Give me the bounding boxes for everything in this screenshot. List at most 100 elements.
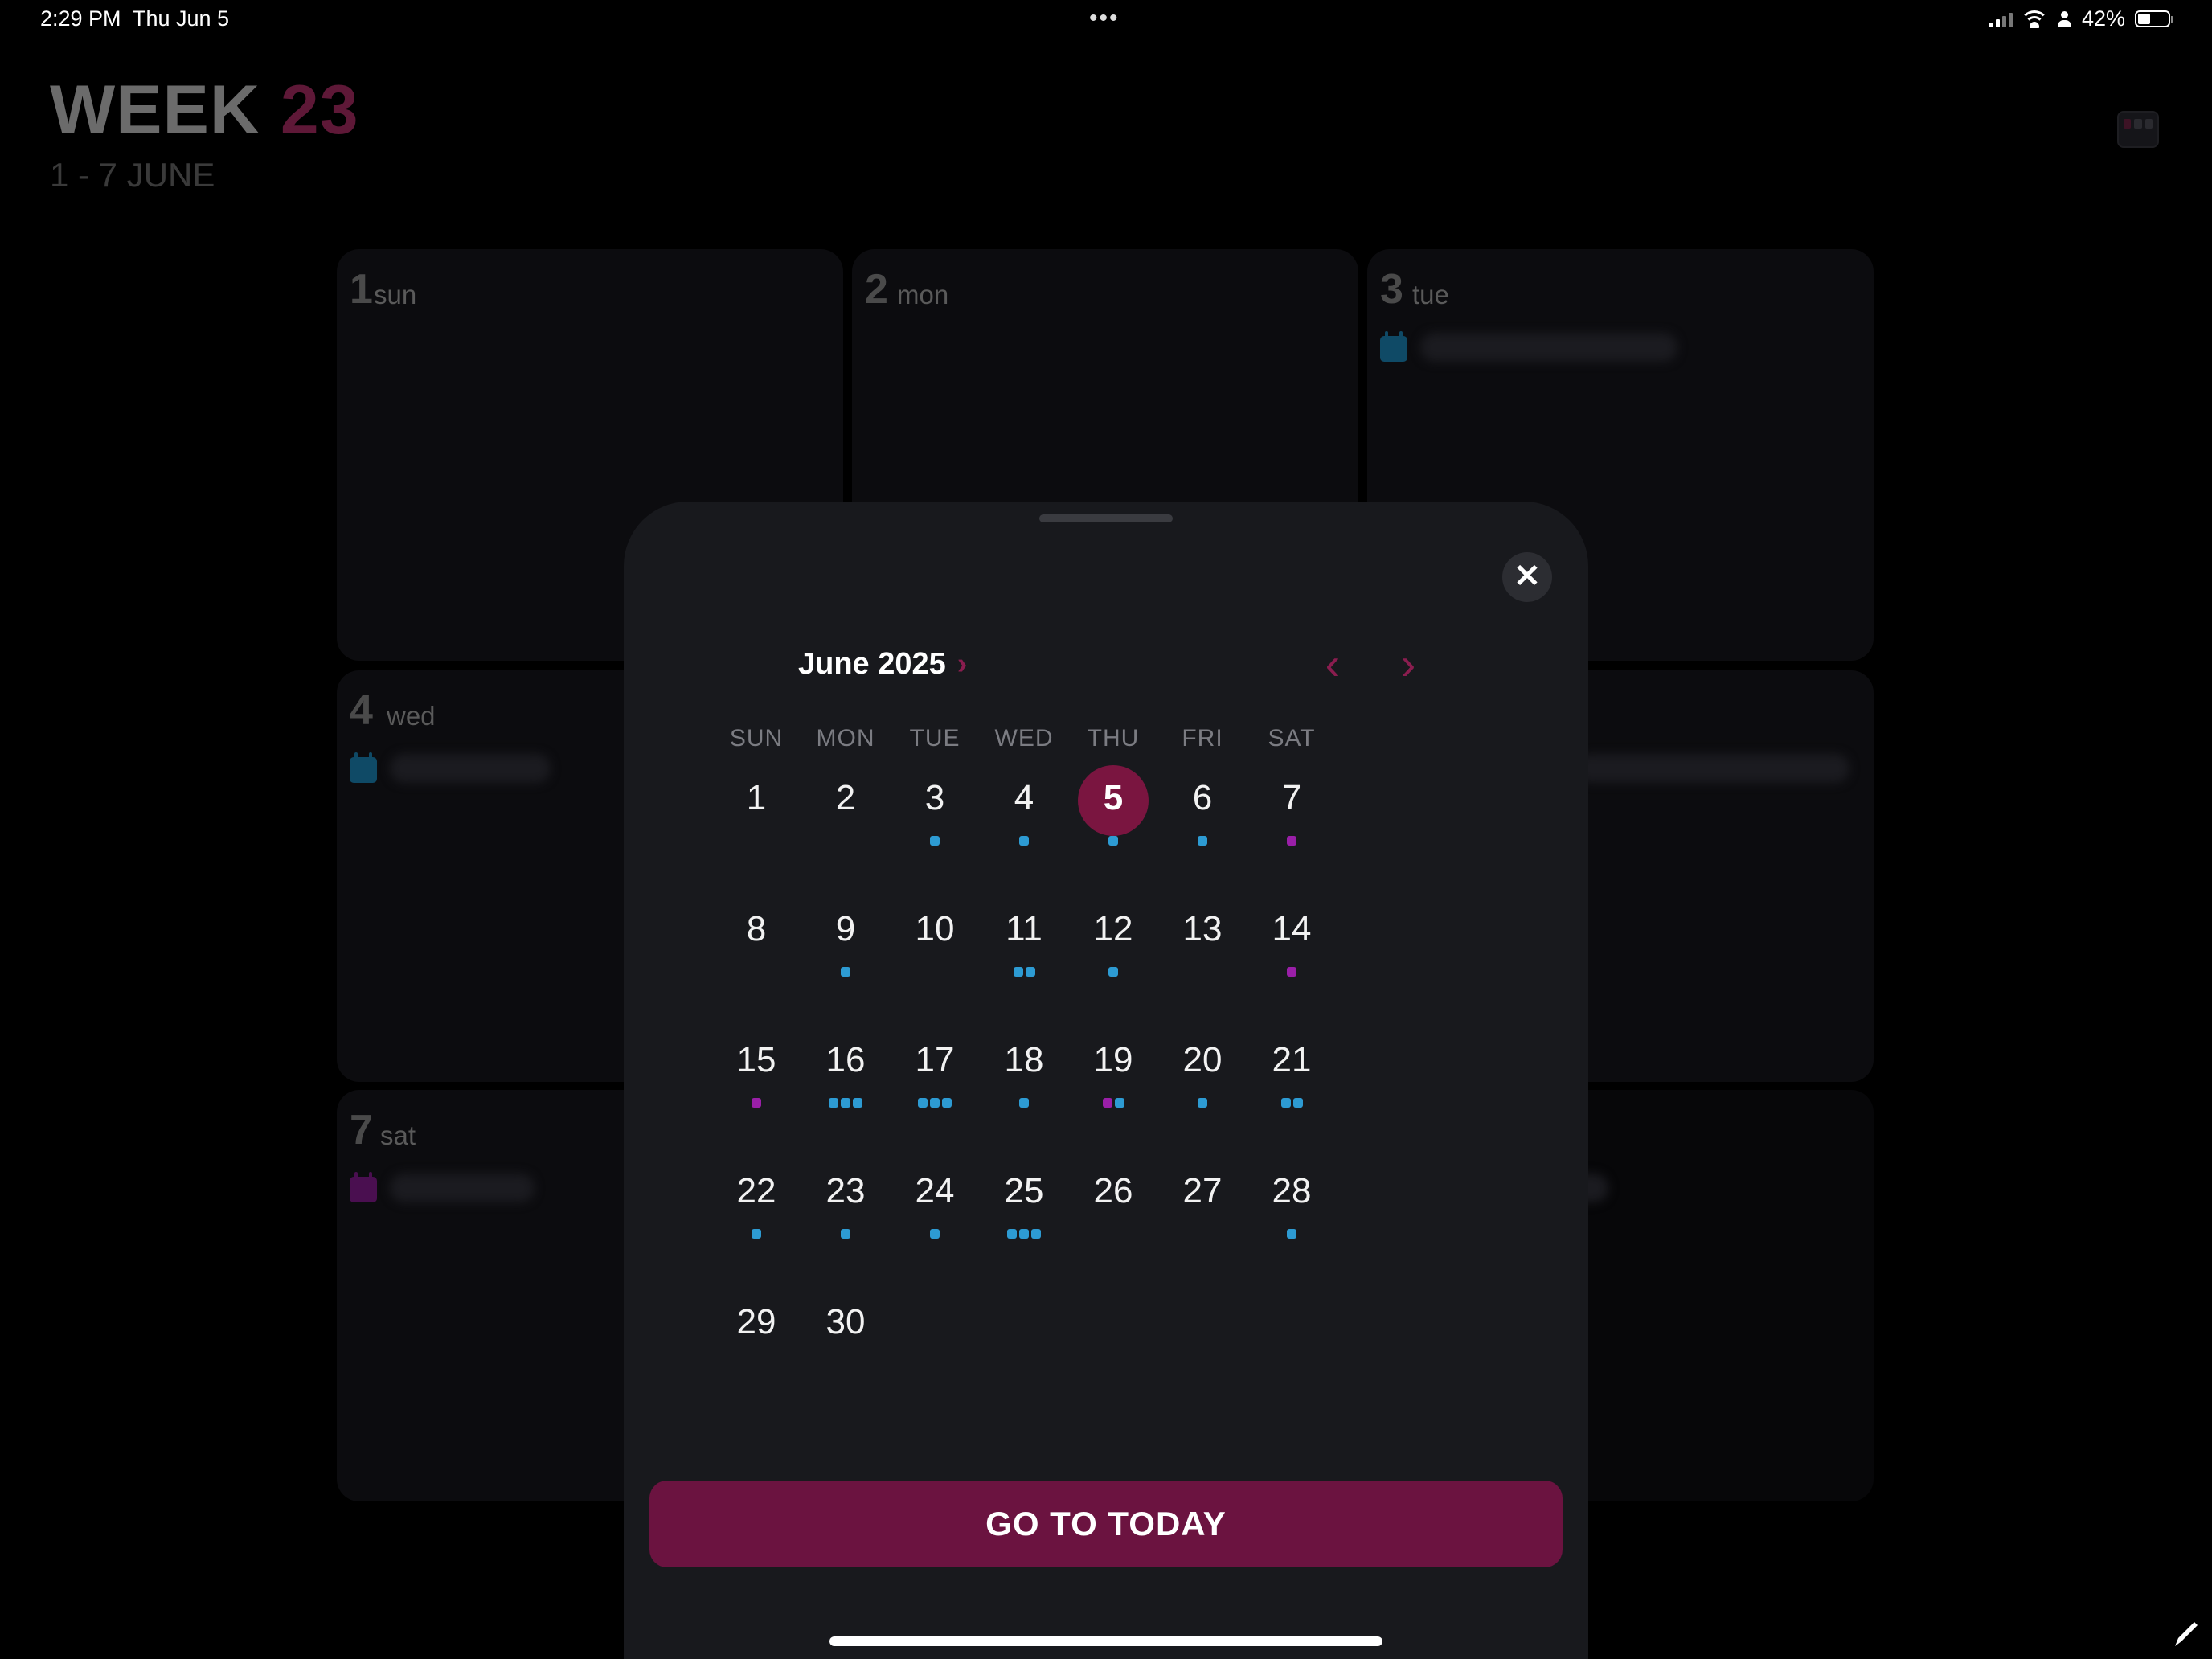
day-number: 7 — [350, 1107, 373, 1153]
calendar-day[interactable]: 2 — [801, 772, 891, 844]
event-dot — [1019, 1098, 1029, 1108]
calendar-icon — [350, 1172, 377, 1202]
event-dot — [918, 1098, 928, 1108]
week-title: WEEK 23 — [50, 71, 359, 150]
event-dot — [752, 1229, 761, 1239]
blurred-event — [390, 1174, 535, 1202]
close-button[interactable]: ✕ — [1502, 552, 1552, 602]
event-dot — [841, 1098, 850, 1108]
calendar-day[interactable]: 6 — [1157, 772, 1247, 846]
event-dots — [979, 1098, 1069, 1108]
calendar-day[interactable]: 30 — [801, 1296, 891, 1368]
event-dot — [841, 967, 850, 977]
event-dot — [1108, 967, 1118, 977]
calendar-day[interactable]: 7 — [1247, 772, 1337, 846]
event-dots — [1068, 967, 1158, 977]
event-dot — [1198, 1098, 1207, 1108]
event-dot — [930, 836, 940, 846]
user-icon — [2056, 10, 2072, 28]
event-dots — [979, 967, 1069, 977]
go-to-today-button[interactable]: GO TO TODAY — [649, 1481, 1563, 1567]
calendar-day[interactable]: 9 — [801, 903, 891, 977]
sheet-grabber[interactable] — [1039, 514, 1173, 522]
day-number: 4 — [1014, 778, 1034, 817]
day-number: 17 — [915, 1040, 955, 1079]
day-name: wed — [387, 701, 436, 731]
day-number: 10 — [915, 909, 955, 948]
event-dots — [979, 1229, 1069, 1239]
multitasking-dots[interactable]: ••• — [1089, 5, 1120, 32]
view-toggle-icon[interactable] — [2117, 111, 2159, 148]
calendar-day[interactable]: 19 — [1068, 1034, 1158, 1108]
calendar-day[interactable]: 16 — [801, 1034, 891, 1108]
calendar-day[interactable]: 15 — [711, 1034, 801, 1108]
calendar-day[interactable]: 20 — [1157, 1034, 1247, 1108]
event-dot — [942, 1098, 952, 1108]
weekday-tue: TUE — [909, 725, 961, 752]
calendar-day[interactable]: 17 — [890, 1034, 980, 1108]
event-dots — [801, 1229, 891, 1239]
month-picker[interactable]: June 2025 › — [798, 647, 967, 682]
calendar-day[interactable]: 28 — [1247, 1165, 1337, 1239]
day-number: 11 — [1006, 909, 1043, 948]
status-time: 2:29 PM — [40, 6, 121, 31]
day-number: 8 — [746, 909, 767, 948]
calendar-day[interactable]: 25 — [979, 1165, 1069, 1239]
calendar-day[interactable]: 14 — [1247, 903, 1337, 977]
day-number: 20 — [1182, 1040, 1223, 1079]
day-number: 6 — [1192, 778, 1213, 817]
week-title-prefix: WEEK — [50, 72, 260, 149]
calendar-day[interactable]: 29 — [711, 1296, 801, 1368]
day-number: 7 — [1281, 778, 1302, 817]
day-number: 30 — [825, 1302, 866, 1342]
event-dots — [1157, 1098, 1247, 1108]
calendar-day[interactable]: 11 — [979, 903, 1069, 977]
previous-month-button[interactable]: ‹ — [1309, 635, 1357, 691]
day-number: 26 — [1093, 1171, 1133, 1210]
event-dots — [1068, 836, 1158, 846]
day-number: 12 — [1093, 909, 1133, 948]
wifi-icon — [2022, 10, 2046, 28]
calendar-day[interactable]: 12 — [1068, 903, 1158, 977]
event-dot — [1114, 1098, 1124, 1108]
day-number: 2 — [865, 266, 888, 313]
calendar-day[interactable]: 3 — [890, 772, 980, 846]
calendar-day[interactable]: 22 — [711, 1165, 801, 1239]
calendar-day[interactable]: 24 — [890, 1165, 980, 1239]
calendar-day[interactable]: 13 — [1157, 903, 1247, 975]
calendar-day[interactable]: 26 — [1068, 1165, 1158, 1237]
event-dot — [1007, 1229, 1017, 1239]
event-dot — [1019, 1229, 1029, 1239]
blurred-event — [390, 754, 551, 783]
calendar-day[interactable]: 23 — [801, 1165, 891, 1239]
day-number: 1 — [746, 778, 767, 817]
event-dot — [1102, 1098, 1112, 1108]
event-dots — [1247, 1229, 1337, 1239]
day-number: 2 — [835, 778, 856, 817]
event-dots — [801, 967, 891, 977]
event-dots — [1068, 1098, 1158, 1108]
calendar-day[interactable]: 10 — [890, 903, 980, 975]
week-number: 23 — [280, 72, 359, 149]
day-name: mon — [897, 280, 949, 309]
chevron-right-icon: › — [1400, 637, 1416, 689]
calendar-day[interactable]: 21 — [1247, 1034, 1337, 1108]
day-number: 3 — [924, 778, 945, 817]
blurred-event — [1576, 754, 1849, 783]
pencil-icon[interactable] — [2170, 1617, 2202, 1649]
calendar-day[interactable]: 18 — [979, 1034, 1069, 1108]
calendar-day[interactable]: 8 — [711, 903, 801, 975]
calendar-day[interactable]: 1 — [711, 772, 801, 844]
event-dots — [1157, 836, 1247, 846]
calendar-day-today[interactable]: 5 — [1068, 765, 1158, 846]
day-number: 4 — [350, 687, 373, 734]
weekday-fri: FRI — [1182, 725, 1223, 752]
calendar-day[interactable]: 27 — [1157, 1165, 1247, 1237]
calendar-day[interactable]: 4 — [979, 772, 1069, 846]
month-title: June 2025 — [798, 647, 946, 681]
day-number: 29 — [736, 1302, 776, 1342]
day-number: 13 — [1182, 909, 1223, 948]
calendar-icon — [1380, 331, 1407, 362]
blurred-event — [1420, 333, 1677, 362]
next-month-button[interactable]: › — [1384, 635, 1432, 691]
